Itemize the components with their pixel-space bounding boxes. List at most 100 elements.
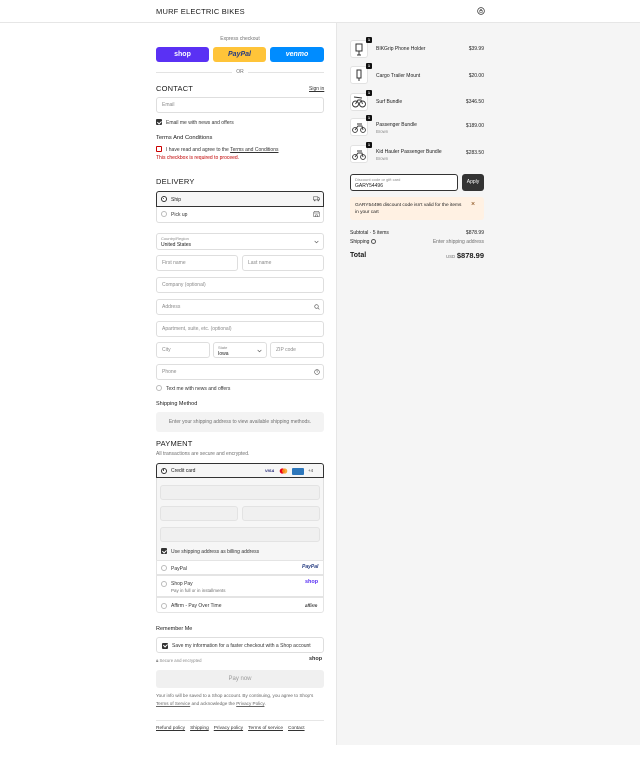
- more-cards-label: +4: [308, 468, 314, 473]
- pickup-option[interactable]: Pick up: [156, 207, 324, 223]
- shop-pay-button[interactable]: shop: [156, 47, 209, 62]
- contact-title: CONTACT: [156, 84, 194, 93]
- remember-option[interactable]: Save my information for a faster checkou…: [156, 637, 324, 653]
- terms-link[interactable]: Terms and Conditions: [230, 147, 278, 153]
- paypal-option[interactable]: PayPal PayPal: [156, 560, 324, 575]
- cart-item-price: $283.50: [465, 150, 484, 156]
- city-field[interactable]: City: [156, 342, 210, 358]
- brand-name[interactable]: MURF ELECTRIC BIKES: [156, 7, 245, 16]
- terms-of-service-footer-link[interactable]: Terms of service: [248, 726, 283, 731]
- quantity-badge: 1: [366, 142, 372, 148]
- save-disclaimer: Your info will be saved to a Shop accoun…: [156, 692, 326, 707]
- paypal-button[interactable]: PayPal: [213, 47, 266, 62]
- total-label: Total: [350, 252, 367, 259]
- mastercard-icon: [279, 468, 288, 474]
- paypal-logo: PayPal: [302, 564, 319, 570]
- ship-option[interactable]: Ship: [156, 191, 324, 207]
- terms-of-service-link[interactable]: Terms of Service: [156, 701, 190, 706]
- name-on-card-field[interactable]: [160, 527, 320, 542]
- paypal-label: PayPal: [171, 565, 187, 572]
- terms-title: Terms And Conditions: [156, 135, 213, 141]
- pay-now-button[interactable]: Pay now: [156, 670, 324, 688]
- shipping-link[interactable]: Shipping: [190, 726, 209, 731]
- currency-label: USD: [446, 254, 456, 259]
- discount-field[interactable]: Discount code or gift card GARY54496: [350, 174, 458, 191]
- country-select[interactable]: Country/Region United States: [156, 233, 324, 250]
- affirm-option[interactable]: Affirm - Pay Over Time affirm: [156, 597, 324, 613]
- credit-card-radio[interactable]: [161, 467, 167, 474]
- cart-item-name: Surf Bundle: [376, 99, 403, 105]
- express-checkout-label: Express checkout: [220, 36, 260, 42]
- store-icon: [313, 211, 320, 217]
- ship-label: Ship: [171, 196, 182, 203]
- zip-field[interactable]: ZIP code: [270, 342, 324, 358]
- or-divider-label: OR: [236, 69, 244, 75]
- divider: [248, 72, 324, 73]
- truck-icon: [313, 196, 320, 202]
- country-value: United States: [161, 242, 192, 248]
- discount-error-banner: GARY54496 discount code isn't valid for …: [350, 197, 484, 220]
- terms-checkbox[interactable]: [156, 146, 162, 152]
- total-value: $878.99: [456, 251, 484, 260]
- cart-item-name: Passenger Bundle: [376, 122, 417, 128]
- text-news-checkbox[interactable]: [156, 385, 162, 391]
- help-icon[interactable]: [314, 369, 320, 375]
- shoppay-option[interactable]: Shop Pay Pay in full or in installments …: [156, 575, 324, 597]
- country-label: Country/Region: [161, 236, 189, 241]
- disclaimer-text: .: [264, 700, 266, 706]
- terms-error: This checkbox is required to proceed.: [156, 155, 240, 161]
- last-name-field[interactable]: Last name: [242, 255, 324, 271]
- news-label: Email me with news and offers: [166, 119, 234, 126]
- trailer-mount-image: [356, 69, 362, 81]
- privacy-policy-link[interactable]: Privacy Policy: [236, 701, 264, 706]
- first-name-field[interactable]: First name: [156, 255, 238, 271]
- ship-radio[interactable]: [161, 196, 167, 202]
- subtotal-value: $878.99: [465, 230, 484, 236]
- affirm-radio[interactable]: [161, 602, 167, 609]
- remember-title: Remember Me: [156, 626, 193, 632]
- cart-item-variant: Brown: [376, 156, 389, 161]
- chevron-down-icon: [314, 240, 319, 244]
- contact-link[interactable]: Contact: [288, 726, 305, 731]
- shop-logo: shop: [309, 656, 323, 662]
- shopping-bag-icon[interactable]: [477, 7, 485, 15]
- credit-card-label: Credit card: [171, 468, 196, 474]
- billing-same-checkbox[interactable]: [161, 548, 167, 554]
- payment-subtitle: All transactions are secure and encrypte…: [156, 451, 250, 457]
- card-number-field[interactable]: [160, 485, 320, 500]
- phone-field[interactable]: Phone: [156, 364, 324, 380]
- sign-in-link[interactable]: Sign in: [309, 86, 324, 92]
- address-field[interactable]: Address: [156, 299, 324, 315]
- affirm-label: Affirm - Pay Over Time: [171, 603, 222, 609]
- payment-title: PAYMENT: [156, 439, 193, 448]
- close-icon[interactable]: ×: [471, 201, 475, 208]
- remember-checkbox[interactable]: [162, 642, 168, 649]
- venmo-button[interactable]: venmo: [270, 47, 324, 62]
- credit-card-option[interactable]: Credit card VISA +4: [156, 463, 324, 478]
- expiry-field[interactable]: [160, 506, 238, 521]
- apply-button[interactable]: Apply: [462, 174, 484, 191]
- delivery-title: DELIVERY: [156, 177, 195, 186]
- email-field[interactable]: Email: [156, 97, 324, 113]
- security-code-field[interactable]: [242, 506, 320, 521]
- refund-policy-link[interactable]: Refund policy: [156, 726, 185, 731]
- divider: [156, 72, 232, 73]
- shipping-label-text: Shipping: [350, 239, 370, 245]
- news-checkbox[interactable]: [156, 119, 162, 125]
- company-field[interactable]: Company (optional): [156, 277, 324, 293]
- paypal-radio[interactable]: [161, 565, 167, 571]
- discount-label: Discount code or gift card: [355, 177, 401, 182]
- quantity-badge: 1: [366, 115, 372, 121]
- state-select[interactable]: State Iowa: [213, 342, 267, 358]
- apartment-field[interactable]: Apartment, suite, etc. (optional): [156, 321, 324, 337]
- footer-links: Refund policy Shipping Privacy policy Te…: [156, 726, 305, 731]
- disclaimer-text: Your info will be saved to a Shop accoun…: [156, 693, 314, 698]
- quantity-badge: 1: [366, 63, 372, 69]
- phone-placeholder: Phone: [162, 369, 177, 375]
- info-icon[interactable]: [370, 239, 376, 244]
- shoppay-radio[interactable]: [161, 581, 167, 587]
- privacy-policy-footer-link[interactable]: Privacy policy: [214, 726, 243, 731]
- pickup-radio[interactable]: [161, 211, 167, 217]
- chevron-down-icon: [257, 349, 262, 353]
- search-icon: [314, 304, 320, 310]
